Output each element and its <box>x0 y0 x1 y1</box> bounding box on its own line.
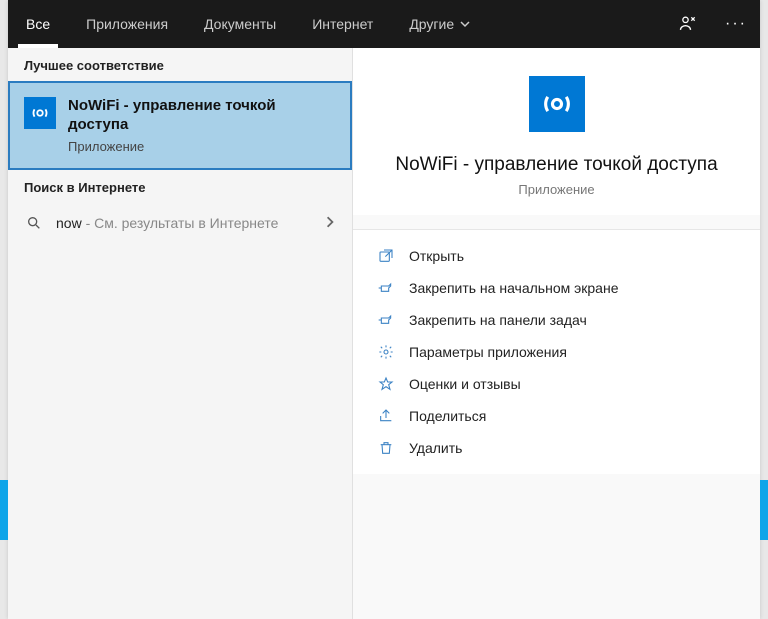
web-suffix: - См. результаты в Интернете <box>82 215 279 231</box>
share-icon <box>377 408 395 424</box>
search-icon <box>24 215 44 231</box>
action-share[interactable]: Поделиться <box>365 400 748 432</box>
detail-subtitle: Приложение <box>377 182 736 197</box>
tab-apps[interactable]: Приложения <box>68 0 186 48</box>
tab-label: Интернет <box>312 16 373 32</box>
results-pane: Лучшее соответствие NoWiFi - управление … <box>8 48 353 619</box>
action-label: Удалить <box>409 440 462 456</box>
result-subtitle: Приложение <box>68 139 336 154</box>
detail-pane: NoWiFi - управление точкой доступа Прило… <box>353 48 760 619</box>
action-settings[interactable]: Параметры приложения <box>365 336 748 368</box>
tab-internet[interactable]: Интернет <box>294 0 391 48</box>
detail-title: NoWiFi - управление точкой доступа <box>377 154 736 176</box>
pin-icon <box>377 312 395 328</box>
action-label: Открыть <box>409 248 464 264</box>
result-title: NoWiFi - управление точкой доступа <box>68 97 336 135</box>
action-delete[interactable]: Удалить <box>365 432 748 464</box>
action-reviews[interactable]: Оценки и отзывы <box>365 368 748 400</box>
action-label: Поделиться <box>409 408 486 424</box>
chevron-right-icon <box>324 215 336 231</box>
best-match-result[interactable]: NoWiFi - управление точкой доступа Прило… <box>8 81 352 170</box>
action-label: Закрепить на начальном экране <box>409 280 619 296</box>
best-match-label: Лучшее соответствие <box>8 48 352 81</box>
detail-hero: NoWiFi - управление точкой доступа Прило… <box>353 48 760 215</box>
web-query: now <box>56 215 82 231</box>
web-search-label: Поиск в Интернете <box>8 170 352 203</box>
open-icon <box>377 248 395 264</box>
tab-label: Приложения <box>86 16 168 32</box>
tab-all[interactable]: Все <box>8 0 68 48</box>
tab-label: Документы <box>204 16 276 32</box>
web-result-text: now - См. результаты в Интернете <box>56 215 312 231</box>
tab-other[interactable]: Другие <box>391 0 488 48</box>
spacer <box>488 0 664 48</box>
tab-documents[interactable]: Документы <box>186 0 294 48</box>
web-result[interactable]: now - См. результаты в Интернете <box>8 203 352 243</box>
feedback-button[interactable] <box>664 0 712 48</box>
action-pin-start[interactable]: Закрепить на начальном экране <box>365 272 748 304</box>
gear-icon <box>377 344 395 360</box>
app-icon <box>24 97 56 129</box>
background-accent <box>0 480 8 540</box>
background-accent <box>760 480 768 540</box>
action-pin-taskbar[interactable]: Закрепить на панели задач <box>365 304 748 336</box>
tab-label: Другие <box>409 16 454 32</box>
star-icon <box>377 376 395 392</box>
app-icon-large <box>529 76 585 132</box>
result-text: NoWiFi - управление точкой доступа Прило… <box>68 97 336 154</box>
pin-icon <box>377 280 395 296</box>
trash-icon <box>377 440 395 456</box>
action-label: Закрепить на панели задач <box>409 312 587 328</box>
search-panel: Все Приложения Документы Интернет Другие… <box>8 0 760 619</box>
action-label: Параметры приложения <box>409 344 567 360</box>
action-label: Оценки и отзывы <box>409 376 521 392</box>
tabs: Все Приложения Документы Интернет Другие <box>8 0 488 48</box>
chevron-down-icon <box>460 16 470 32</box>
body: Лучшее соответствие NoWiFi - управление … <box>8 48 760 619</box>
tab-label: Все <box>26 16 50 32</box>
header-bar: Все Приложения Документы Интернет Другие… <box>8 0 760 48</box>
more-button[interactable]: ··· <box>712 0 760 48</box>
action-open[interactable]: Открыть <box>365 240 748 272</box>
actions-list: Открыть Закрепить на начальном экране За… <box>353 230 760 474</box>
